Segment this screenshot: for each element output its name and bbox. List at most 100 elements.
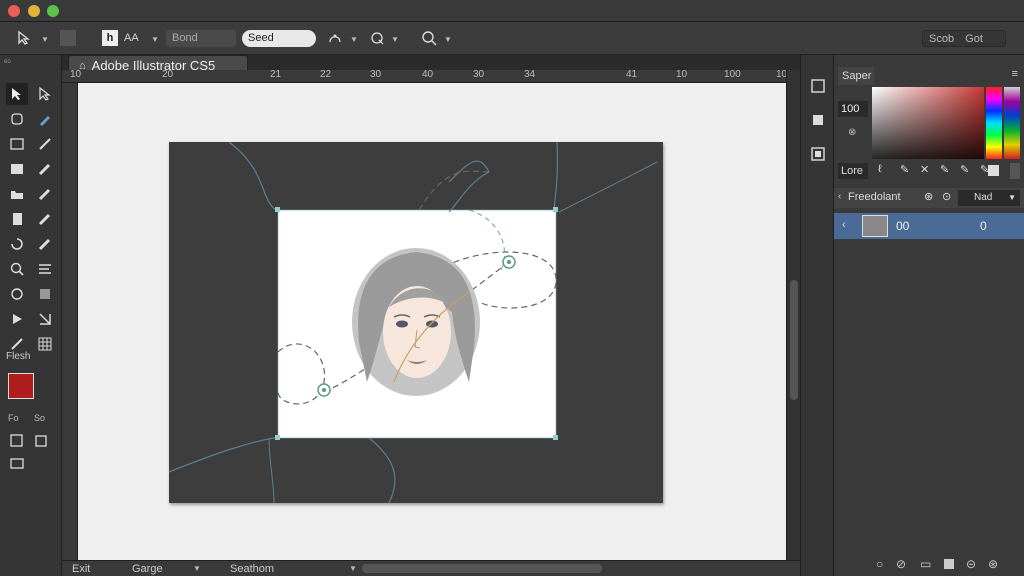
color-tools-row: Lore ℓ ✎ ✕ ✎ ✎ ✎ <box>834 161 1024 181</box>
color-value-field[interactable]: 100 <box>838 101 868 117</box>
fill-color-swatch[interactable] <box>8 373 34 399</box>
chevron-down-icon[interactable]: ▼ <box>391 35 399 44</box>
minimize-window-button[interactable] <box>28 5 40 17</box>
new-layer-icon[interactable]: ○ <box>876 557 883 571</box>
selection-arrow-icon[interactable] <box>16 29 34 47</box>
draw-behind-tool[interactable] <box>30 430 52 452</box>
eraser-tool[interactable] <box>6 208 28 230</box>
delete-layer-icon[interactable] <box>944 559 954 569</box>
perspective-tool[interactable] <box>34 308 56 330</box>
color-mode-field[interactable]: Lore <box>838 163 868 179</box>
pen-icon <box>40 116 50 126</box>
draw-mode-icon <box>10 434 23 447</box>
close-window-button[interactable] <box>8 5 20 17</box>
blend-icon[interactable]: ✕ <box>920 163 929 176</box>
transform-panel-icon[interactable] <box>809 111 827 129</box>
gamut-warning-icon[interactable]: ⊗ <box>848 127 856 138</box>
rotate-icon <box>11 238 23 250</box>
layers-tab[interactable]: Freedolant <box>848 191 901 203</box>
swatches-tab[interactable]: Saper <box>838 67 874 85</box>
chevron-down-icon[interactable]: ▼ <box>193 564 201 573</box>
zoom-tool[interactable] <box>6 258 28 280</box>
layer-options-icon[interactable]: ⊛ <box>924 190 933 203</box>
char-style-label: AA <box>124 32 139 44</box>
mesh-tool[interactable] <box>34 333 56 355</box>
align-tool[interactable] <box>34 258 56 280</box>
chevron-left-icon[interactable]: ‹ <box>838 191 841 202</box>
layers-panel-icon[interactable] <box>809 145 827 163</box>
ruler-label: 30 <box>370 69 382 80</box>
layers-dropdown[interactable]: Nad ▼ <box>958 190 1020 206</box>
magic-wand-tool[interactable] <box>6 108 28 130</box>
hue-slider[interactable] <box>986 87 1002 159</box>
artboard[interactable] <box>168 141 663 504</box>
shape-builder-tool[interactable] <box>34 283 56 305</box>
artwork[interactable] <box>168 141 663 504</box>
paintbrush-tool[interactable] <box>34 158 56 180</box>
chevron-down-icon[interactable]: ▼ <box>444 35 452 44</box>
magic-wand-icon <box>11 113 23 125</box>
status-item-exit[interactable]: Exit <box>72 562 90 576</box>
scale-tool[interactable] <box>34 233 56 255</box>
transform-icon[interactable] <box>368 29 386 47</box>
artboard-panel-icon[interactable] <box>809 77 827 95</box>
type-icon <box>10 138 24 150</box>
vertical-scrollbar[interactable] <box>786 70 800 560</box>
eyedropper-icon[interactable]: ℓ <box>878 163 882 175</box>
line-tool[interactable] <box>34 133 56 155</box>
layers-header: ‹ Freedolant ⊛ ⊙ Nad ▼ <box>834 188 1024 208</box>
pencil-tool[interactable] <box>6 183 28 205</box>
swatch-square-icon[interactable] <box>988 165 999 176</box>
chevron-down-icon[interactable]: ▼ <box>151 35 159 44</box>
text-tool-icon[interactable]: h <box>102 30 118 46</box>
chevron-down-icon[interactable]: ▼ <box>350 35 358 44</box>
mask-icon[interactable]: ⊘ <box>896 557 906 571</box>
perspective-icon <box>39 313 51 325</box>
chevron-down-icon[interactable]: ▼ <box>41 35 49 44</box>
link-icon[interactable]: ⊝ <box>966 557 976 571</box>
status-item-garge[interactable]: Garge <box>132 562 163 576</box>
visibility-icon[interactable]: ‹ <box>842 219 846 231</box>
panel-menu-icon[interactable]: ≡ <box>1012 68 1018 80</box>
folder-icon <box>11 191 23 199</box>
horizontal-scrollbar[interactable] <box>362 564 602 573</box>
workspace-field[interactable]: Scob Got <box>922 30 1006 47</box>
fill-swatch-icon[interactable] <box>60 30 76 46</box>
trash-icon[interactable]: ⊛ <box>988 557 998 571</box>
line-icon <box>39 138 51 150</box>
chevron-down-icon[interactable]: ▼ <box>349 564 357 573</box>
scissors-tool[interactable] <box>34 208 56 230</box>
pen-tool-icon[interactable] <box>326 29 344 47</box>
layer-row[interactable]: ‹ 00 0 <box>834 213 1024 239</box>
draw-mode-tool[interactable] <box>6 430 28 452</box>
pen-tool[interactable] <box>34 108 56 130</box>
font-style-field[interactable]: Seed <box>242 30 316 47</box>
play-tool[interactable] <box>6 308 28 330</box>
brush-icon[interactable]: ✎ <box>900 163 909 176</box>
direct-selection-icon <box>39 86 51 101</box>
zoom-window-button[interactable] <box>47 5 59 17</box>
brush-icon[interactable]: ✎ <box>960 163 969 176</box>
color-picker-field[interactable] <box>872 87 984 159</box>
stroke-mode-label: So <box>34 413 46 423</box>
adjust-icon[interactable]: ▭ <box>920 557 931 571</box>
search-icon[interactable] <box>420 29 438 47</box>
font-family-field[interactable]: Bond <box>166 30 236 47</box>
align-icon <box>39 264 51 274</box>
rectangle-tool[interactable] <box>6 158 28 180</box>
direct-selection-tool[interactable] <box>34 83 56 105</box>
type-tool[interactable] <box>6 133 28 155</box>
selection-tool[interactable] <box>6 83 28 105</box>
color-spectrum[interactable] <box>1004 87 1020 159</box>
canvas[interactable] <box>78 83 786 560</box>
screen-mode-tool[interactable] <box>6 453 28 475</box>
status-item-seathom[interactable]: Seathom <box>230 562 274 576</box>
panel-scroll[interactable] <box>1010 163 1020 179</box>
pencil-icon[interactable]: ✎ <box>940 163 949 176</box>
ellipse-tool[interactable] <box>6 283 28 305</box>
rotate-tool[interactable] <box>6 233 28 255</box>
scrollbar-thumb[interactable] <box>790 280 798 400</box>
ruler-label: 30 <box>473 69 485 80</box>
layer-mask-icon[interactable]: ⊙ <box>942 190 951 203</box>
blob-brush-tool[interactable] <box>34 183 56 205</box>
